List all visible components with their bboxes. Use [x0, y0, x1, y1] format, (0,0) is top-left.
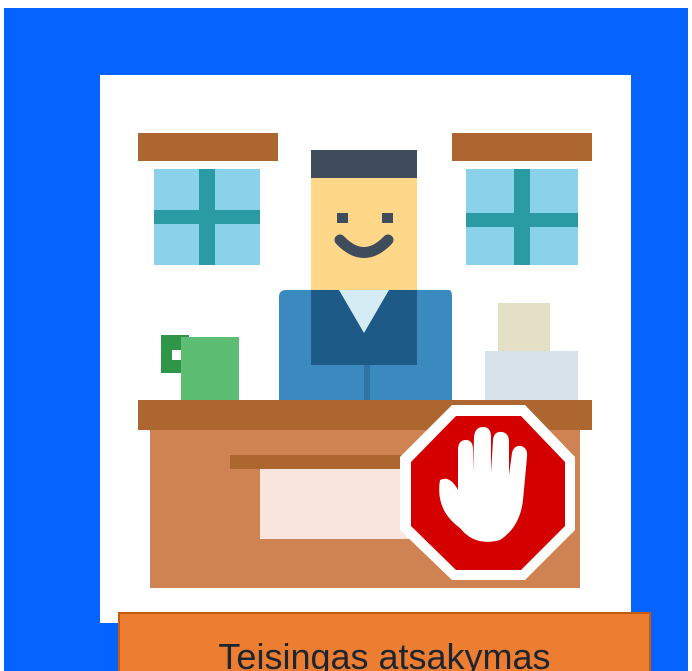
- office-receptionist-illustration: [138, 133, 592, 588]
- slide-frame: Teisingas atsakymas: [0, 0, 692, 671]
- receptionist-icon: [279, 150, 452, 400]
- illustration-card: [100, 75, 631, 623]
- printer-icon: [485, 303, 578, 401]
- answer-label: Teisingas atsakymas: [218, 636, 551, 671]
- right-window-icon: [452, 133, 592, 265]
- stop-hand-sign-icon: [400, 405, 575, 580]
- left-window-icon: [138, 133, 278, 265]
- blue-panel: Teisingas atsakymas: [4, 8, 688, 671]
- answer-banner: Teisingas atsakymas: [118, 612, 651, 671]
- mug-icon: [161, 335, 239, 401]
